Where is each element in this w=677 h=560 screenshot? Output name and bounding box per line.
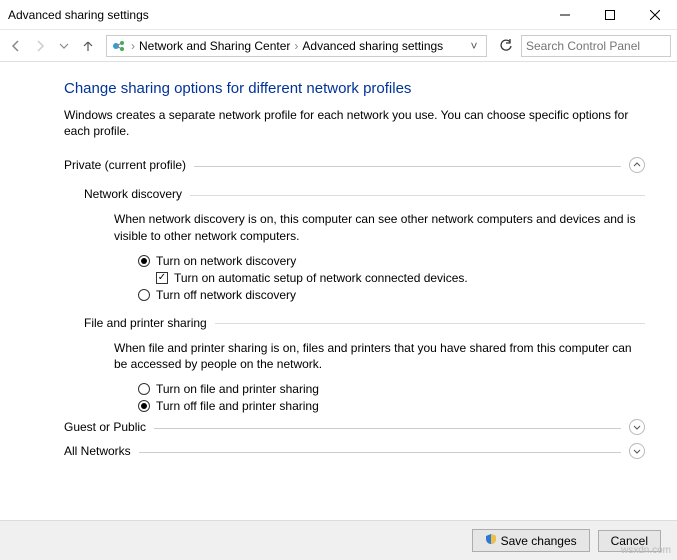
navbar: › Network and Sharing Center › Advanced … — [0, 30, 677, 62]
radio-fp-off-label: Turn off file and printer sharing — [156, 399, 319, 413]
page-title: Change sharing options for different net… — [64, 80, 645, 97]
file-printer-heading: File and printer sharing — [84, 316, 207, 330]
cancel-button[interactable]: Cancel — [598, 530, 661, 552]
breadcrumb-separator: › — [131, 39, 135, 53]
recent-locations-button[interactable] — [54, 36, 74, 56]
breadcrumb-item-advanced-sharing[interactable]: Advanced sharing settings — [302, 39, 443, 53]
section-private-header[interactable]: Private (current profile) — [64, 157, 645, 173]
radio-nd-on-label: Turn on network discovery — [156, 254, 296, 268]
save-changes-button[interactable]: Save changes — [472, 529, 590, 552]
checkbox-auto-setup-label: Turn on automatic setup of network conne… — [174, 271, 468, 285]
forward-button[interactable] — [30, 36, 50, 56]
network-discovery-desc: When network discovery is on, this compu… — [114, 211, 645, 243]
chevron-down-icon[interactable] — [629, 419, 645, 435]
radio-icon — [138, 400, 150, 412]
breadcrumb-item-network-sharing[interactable]: Network and Sharing Center — [139, 39, 290, 53]
network-discovery-heading: Network discovery — [84, 187, 182, 201]
radio-nd-off[interactable]: Turn off network discovery — [138, 288, 645, 302]
maximize-button[interactable] — [587, 0, 632, 30]
divider — [190, 195, 645, 196]
radio-fp-on-label: Turn on file and printer sharing — [156, 382, 319, 396]
radio-fp-on[interactable]: Turn on file and printer sharing — [138, 382, 645, 396]
checkbox-auto-setup[interactable]: ✓ Turn on automatic setup of network con… — [156, 271, 645, 285]
chevron-down-icon[interactable] — [629, 443, 645, 459]
network-sharing-icon — [111, 38, 127, 54]
chevron-up-icon[interactable] — [629, 157, 645, 173]
divider — [194, 166, 621, 167]
close-button[interactable] — [632, 0, 677, 30]
radio-icon — [138, 383, 150, 395]
checkbox-icon: ✓ — [156, 272, 168, 284]
titlebar: Advanced sharing settings — [0, 0, 677, 30]
refresh-button[interactable] — [495, 35, 517, 57]
section-all-networks-label: All Networks — [64, 444, 131, 458]
search-input-wrapper[interactable] — [521, 35, 671, 57]
radio-icon — [138, 289, 150, 301]
shield-icon — [485, 533, 497, 548]
breadcrumb-separator: › — [294, 39, 298, 53]
radio-fp-off[interactable]: Turn off file and printer sharing — [138, 399, 645, 413]
file-printer-desc: When file and printer sharing is on, fil… — [114, 340, 645, 372]
divider — [215, 323, 645, 324]
breadcrumb-dropdown[interactable]: ˅ — [466, 39, 482, 53]
divider — [139, 452, 621, 453]
radio-nd-on[interactable]: Turn on network discovery — [138, 254, 645, 268]
radio-nd-off-label: Turn off network discovery — [156, 288, 296, 302]
save-changes-label: Save changes — [501, 534, 577, 548]
breadcrumb[interactable]: › Network and Sharing Center › Advanced … — [106, 35, 487, 57]
back-button[interactable] — [6, 36, 26, 56]
up-button[interactable] — [78, 36, 98, 56]
section-all-networks-header[interactable]: All Networks — [64, 443, 645, 459]
section-private-label: Private (current profile) — [64, 158, 186, 172]
minimize-button[interactable] — [542, 0, 587, 30]
footer: Save changes Cancel — [0, 520, 677, 560]
window-title: Advanced sharing settings — [8, 8, 542, 22]
cancel-label: Cancel — [611, 534, 648, 548]
radio-icon — [138, 255, 150, 267]
search-input[interactable] — [526, 39, 666, 53]
content-area: Change sharing options for different net… — [0, 62, 677, 520]
page-intro: Windows creates a separate network profi… — [64, 107, 645, 139]
section-guest-header[interactable]: Guest or Public — [64, 419, 645, 435]
divider — [154, 428, 621, 429]
section-guest-label: Guest or Public — [64, 420, 146, 434]
